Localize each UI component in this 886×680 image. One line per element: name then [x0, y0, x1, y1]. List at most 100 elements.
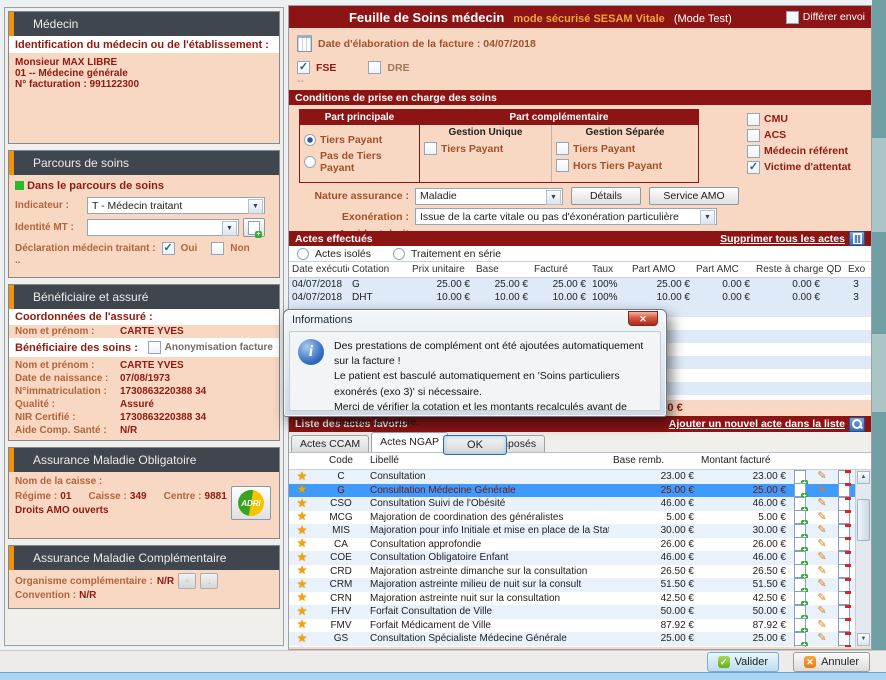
delete-favori-icon[interactable]	[838, 524, 850, 538]
ajouter-acte-link[interactable]: Ajouter un nouvel acte dans la liste	[669, 418, 845, 430]
actes-isoles-radio[interactable]	[297, 248, 309, 260]
add-to-facture-icon[interactable]	[794, 497, 806, 511]
favorite-star-icon[interactable]: ★	[297, 483, 308, 496]
window-scrollbar[interactable]	[872, 0, 886, 650]
delete-favori-icon[interactable]	[838, 578, 850, 592]
edit-favori-icon[interactable]: ✎	[817, 524, 826, 536]
favoris-row[interactable]: ★ C Consultation 23.00 € 23.00 € ✎	[289, 470, 855, 484]
gs-tiers-payant-checkbox[interactable]	[556, 142, 569, 155]
favoris-row[interactable]: ★ FMV Forfait Médicament de Ville 87.92 …	[289, 619, 855, 633]
col-reste-charge[interactable]: Reste à charge	[753, 262, 823, 277]
condition-checkbox[interactable]	[747, 161, 760, 174]
gs-hors-tiers-payant-checkbox[interactable]	[556, 159, 569, 172]
delete-favori-icon[interactable]	[838, 537, 850, 551]
delete-favori-icon[interactable]	[838, 605, 850, 619]
dre-checkbox[interactable]	[368, 61, 381, 74]
traitement-serie-radio[interactable]	[393, 248, 405, 260]
add-to-facture-icon[interactable]	[794, 564, 806, 578]
calendar-icon[interactable]	[297, 35, 312, 52]
delete-favori-icon[interactable]	[838, 483, 850, 497]
declaration-non-checkbox[interactable]	[211, 242, 224, 255]
favoris-row[interactable]: ★ IC Consultation Généraliste IVG 25.00 …	[289, 646, 855, 648]
edit-favori-icon[interactable]: ✎	[817, 551, 826, 563]
favoris-row[interactable]: ★ CRM Majoration astreinte milieu de nui…	[289, 578, 855, 592]
favoris-row[interactable]: ★ COE Consultation Obligatoire Enfant 46…	[289, 551, 855, 565]
col-base[interactable]: Base	[473, 262, 531, 277]
edit-favori-icon[interactable]: ✎	[817, 578, 826, 590]
add-medecin-traitant-button[interactable]	[243, 218, 265, 237]
favoris-row[interactable]: ★ CRD Majoration astreinte dimanche sur …	[289, 565, 855, 579]
edit-favori-icon[interactable]: ✎	[817, 592, 826, 604]
favoris-row[interactable]: ★ MIS Majoration pour info Initiale et m…	[289, 524, 855, 538]
edit-favori-icon[interactable]: ✎	[817, 497, 826, 509]
favorite-star-icon[interactable]: ★	[297, 605, 308, 618]
favorite-star-icon[interactable]: ★	[297, 564, 308, 577]
col-cotation[interactable]: Cotation	[349, 262, 409, 277]
col-exo[interactable]: Exo	[845, 262, 867, 277]
anonymisation-checkbox[interactable]	[148, 341, 161, 354]
add-to-facture-icon[interactable]	[794, 605, 806, 619]
edit-favori-icon[interactable]: ✎	[817, 470, 826, 482]
delete-favori-icon[interactable]	[838, 497, 850, 511]
acte-row[interactable]: 04/07/2018 DHT 10.00 € 10.00 € 10.00 € 1…	[289, 291, 871, 304]
favorite-star-icon[interactable]: ★	[297, 537, 308, 550]
identite-mt-select[interactable]	[87, 219, 239, 236]
add-to-facture-icon[interactable]	[794, 632, 806, 646]
col-prix[interactable]: Prix unitaire	[409, 262, 473, 277]
edit-favori-icon[interactable]: ✎	[817, 605, 826, 617]
add-to-facture-icon[interactable]	[794, 537, 806, 551]
col-montant-facture[interactable]: Montant facturé	[698, 453, 790, 469]
dialog-titlebar[interactable]: Informations	[284, 310, 666, 330]
delete-favori-icon[interactable]	[838, 510, 850, 524]
delete-favori-icon[interactable]	[838, 564, 850, 578]
pas-tiers-payant-radio[interactable]	[304, 156, 316, 168]
differer-envoi-checkbox[interactable]	[786, 11, 799, 24]
favorite-star-icon[interactable]: ★	[297, 551, 308, 564]
organisme-clear-button[interactable]: ↓	[200, 573, 218, 589]
scroll-up-icon[interactable]: ▲	[857, 471, 870, 484]
scroll-down-icon[interactable]: ▼	[857, 633, 870, 646]
favorite-star-icon[interactable]: ★	[297, 591, 308, 604]
delete-favori-icon[interactable]	[838, 632, 850, 646]
fse-checkbox[interactable]	[297, 61, 310, 74]
col-libelle[interactable]: Libellé	[367, 453, 610, 469]
condition-checkbox[interactable]	[747, 113, 760, 126]
tiers-payant-radio[interactable]	[304, 134, 316, 146]
supprimer-actes-button[interactable]	[849, 231, 865, 246]
favorite-star-icon[interactable]: ★	[297, 632, 308, 645]
scroll-thumb[interactable]	[857, 499, 870, 541]
declaration-oui-checkbox[interactable]	[162, 242, 175, 255]
col-part-amo[interactable]: Part AMO	[629, 262, 693, 277]
col-part-amc[interactable]: Part AMC	[693, 262, 753, 277]
favoris-row[interactable]: ★ CSO Consultation Suivi de l'Obésité 46…	[289, 497, 855, 511]
favoris-row[interactable]: ★ CA Consultation approfondie 26.00 € 26…	[289, 538, 855, 552]
favorite-star-icon[interactable]: ★	[297, 578, 308, 591]
edit-favori-icon[interactable]: ✎	[817, 632, 826, 644]
favorite-star-icon[interactable]: ★	[297, 645, 308, 647]
favoris-row[interactable]: ★ CRN Majoration astreinte nuit sur la c…	[289, 592, 855, 606]
favoris-row[interactable]: ★ GS Consultation Spécialiste Médecine G…	[289, 632, 855, 646]
valider-button[interactable]: ✓ Valider	[707, 652, 779, 672]
acte-row[interactable]: 04/07/2018 G 25.00 € 25.00 € 25.00 € 100…	[289, 278, 871, 291]
col-date[interactable]: Date exécution	[289, 262, 349, 277]
edit-favori-icon[interactable]: ✎	[817, 565, 826, 577]
add-to-facture-icon[interactable]	[794, 618, 806, 632]
service-amo-button[interactable]: Service AMO	[649, 187, 739, 205]
edit-favori-icon[interactable]: ✎	[817, 538, 826, 550]
add-to-facture-icon[interactable]	[794, 551, 806, 565]
edit-favori-icon[interactable]: ✎	[817, 646, 826, 648]
edit-favori-icon[interactable]: ✎	[817, 619, 826, 631]
col-base-remb[interactable]: Base remb.	[610, 453, 698, 469]
delete-favori-icon[interactable]	[838, 551, 850, 565]
favorite-star-icon[interactable]: ★	[297, 510, 308, 523]
details-button[interactable]: Détails	[571, 187, 641, 205]
delete-favori-icon[interactable]	[838, 618, 850, 632]
add-to-facture-icon[interactable]	[794, 483, 806, 497]
add-to-facture-icon[interactable]	[794, 578, 806, 592]
delete-favori-icon[interactable]	[838, 645, 850, 647]
favoris-tab[interactable]: Actes NGAP	[371, 432, 448, 452]
favorite-star-icon[interactable]: ★	[297, 470, 308, 483]
favoris-row[interactable]: ★ FHV Forfait Consultation de Ville 50.0…	[289, 605, 855, 619]
col-qd[interactable]: QD	[823, 262, 845, 277]
favorite-star-icon[interactable]: ★	[297, 618, 308, 631]
